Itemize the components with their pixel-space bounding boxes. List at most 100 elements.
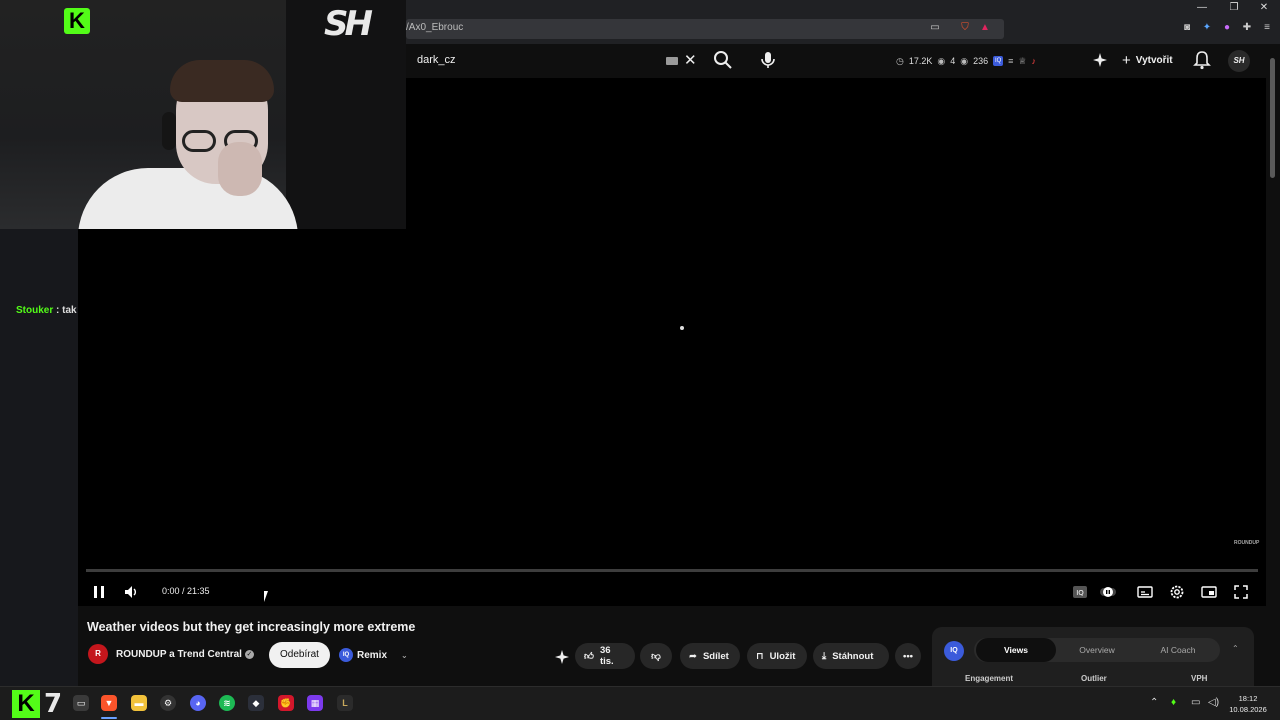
pause-icon[interactable]: [90, 583, 108, 601]
progress-bar[interactable]: [86, 569, 1258, 572]
kick-logo: K: [64, 8, 90, 34]
webcam-overlay: K SH: [0, 0, 406, 229]
vidiq-badge-icon[interactable]: IQ: [993, 56, 1004, 66]
app-diamond-icon[interactable]: ◆: [248, 695, 264, 711]
thumbs-down-icon: 👎︎: [651, 651, 661, 662]
grid-app-icon[interactable]: ▦: [307, 695, 323, 711]
more-actions-button[interactable]: •••: [895, 643, 921, 669]
streamer-image: [78, 60, 298, 229]
discord-icon[interactable]: ◕: [190, 695, 206, 711]
column-outlier: Outlier: [1081, 674, 1107, 683]
address-bar[interactable]: /Ax0_Ebrouc ▭ ⛉ ▲: [406, 19, 1004, 39]
steam-icon[interactable]: ⚙: [160, 695, 176, 711]
menu-icon[interactable]: ≡: [1260, 21, 1274, 35]
camera-extension-icon[interactable]: ◙: [1180, 21, 1194, 35]
extensions-puzzle-icon[interactable]: ✚: [1240, 21, 1254, 35]
extension-icon[interactable]: ●: [1220, 21, 1234, 35]
sparkle-icon[interactable]: [554, 649, 570, 665]
kick-taskbar-logo[interactable]: K: [12, 690, 40, 718]
plus-icon: +: [1122, 51, 1131, 69]
share-button[interactable]: ➦ Sdílet: [680, 643, 740, 669]
streamer-hair: [170, 60, 274, 102]
bell-icon[interactable]: [1193, 50, 1211, 70]
minimize-button[interactable]: —: [1192, 1, 1212, 15]
remix-label: Remix: [357, 649, 388, 661]
tab-ai-coach[interactable]: AI Coach: [1138, 638, 1218, 662]
chevron-up-icon[interactable]: ⌃: [1232, 644, 1239, 653]
chevron-down-icon[interactable]: ⌄: [401, 651, 408, 660]
notification-icon[interactable]: ♪: [1032, 56, 1037, 66]
channel-name-text[interactable]: ROUNDUP a Trend Central: [116, 649, 242, 660]
cast-icon[interactable]: ▭: [928, 21, 942, 35]
tab-views[interactable]: Views: [976, 638, 1056, 662]
brave-rewards-icon[interactable]: ▲: [978, 21, 992, 35]
search-box[interactable]: dark_cz ✕: [406, 48, 706, 74]
brave-shield-icon[interactable]: ⛉: [958, 21, 972, 35]
save-button[interactable]: ⊓ Uložit: [747, 643, 807, 669]
spotify-icon[interactable]: ≋: [219, 695, 235, 711]
headphones-icon: [162, 112, 176, 150]
stat-value: 17.2K: [908, 56, 933, 66]
search-input[interactable]: dark_cz: [417, 54, 456, 66]
channel-avatar[interactable]: R: [88, 644, 108, 664]
page-scrollbar[interactable]: [1266, 44, 1280, 686]
subscribe-button[interactable]: Odebírat: [269, 642, 330, 668]
fullscreen-icon[interactable]: [1232, 583, 1250, 601]
clock-time: 18:12: [1238, 694, 1258, 703]
streamer-hand: [218, 142, 262, 196]
like-count: 36 tis.: [599, 645, 614, 667]
maximize-button[interactable]: ❐: [1224, 1, 1244, 15]
vidiq-player-icon[interactable]: IQ: [1071, 583, 1089, 601]
share-label: Sdílet: [702, 650, 729, 662]
system-clock[interactable]: 18:12 10.08.2026: [1228, 693, 1268, 715]
miniplayer-icon[interactable]: [1200, 583, 1218, 601]
scrollbar-thumb[interactable]: [1270, 58, 1275, 178]
create-button[interactable]: + Vytvořit: [1116, 49, 1183, 71]
create-label: Vytvořit: [1135, 54, 1173, 66]
subtitles-icon[interactable]: [1136, 583, 1154, 601]
tab-overview[interactable]: Overview: [1057, 638, 1137, 662]
address-text: /Ax0_Ebrouc: [406, 22, 464, 33]
time-display: 0:00 / 21:35: [162, 586, 210, 596]
dislike-button[interactable]: 👎︎: [640, 643, 672, 669]
video-title: Weather videos but they get increasingly…: [87, 620, 416, 634]
sparkle-icon[interactable]: [1092, 52, 1108, 68]
vidiq-logo[interactable]: IQ: [944, 641, 964, 661]
keyboard-icon[interactable]: [666, 57, 678, 65]
download-label: Stáhnout: [832, 650, 874, 662]
search-icon[interactable]: [712, 48, 734, 72]
clock-date: 10.08.2026: [1229, 705, 1267, 714]
clear-search-icon[interactable]: ✕: [684, 51, 697, 69]
microphone-icon[interactable]: [756, 48, 780, 72]
speaker-icon[interactable]: ◁): [1208, 697, 1219, 708]
list-icon[interactable]: ≡: [1008, 56, 1013, 66]
brave-browser-icon[interactable]: ▼: [101, 695, 117, 711]
file-explorer-icon[interactable]: ▬: [131, 695, 147, 711]
task-view-icon[interactable]: ▭: [73, 695, 89, 711]
network-icon[interactable]: ▭: [1191, 697, 1200, 708]
channel-name[interactable]: ROUNDUP a Trend Central ✓: [116, 649, 254, 660]
settings-gear-icon[interactable]: [1168, 583, 1186, 601]
chat-username: Stouker: [16, 305, 54, 316]
seven-logo: 7: [44, 689, 63, 719]
microphone-tray-icon[interactable]: ♦: [1171, 697, 1176, 708]
account-avatar[interactable]: SH: [1228, 50, 1250, 72]
like-button[interactable]: 👍︎ 36 tis.: [575, 643, 635, 669]
chevron-up-icon[interactable]: ⌃: [1150, 697, 1158, 708]
stat-value: 236: [973, 56, 989, 66]
volume-icon[interactable]: [122, 583, 140, 601]
vidiq-tabs: Views Overview AI Coach: [974, 638, 1220, 662]
league-of-legends-icon[interactable]: L: [337, 695, 353, 711]
translate-extension-icon[interactable]: ✦: [1200, 21, 1214, 35]
remix-button[interactable]: IQ Remix ⌄: [339, 646, 408, 664]
trophy-icon[interactable]: ♕: [1018, 56, 1026, 67]
riot-client-icon[interactable]: ✊: [278, 695, 294, 711]
download-button[interactable]: ⤓ Stáhnout: [813, 643, 889, 669]
autoplay-toggle-icon[interactable]: [1099, 583, 1117, 601]
video-watermark: ROUNDUP: [1234, 540, 1260, 546]
thumbs-up-icon: 👍︎: [584, 651, 594, 662]
share-icon: ➦: [689, 650, 697, 662]
close-window-button[interactable]: ✕: [1254, 1, 1274, 15]
bookmark-icon: ⊓: [756, 650, 764, 662]
download-icon: ⤓: [822, 650, 827, 662]
